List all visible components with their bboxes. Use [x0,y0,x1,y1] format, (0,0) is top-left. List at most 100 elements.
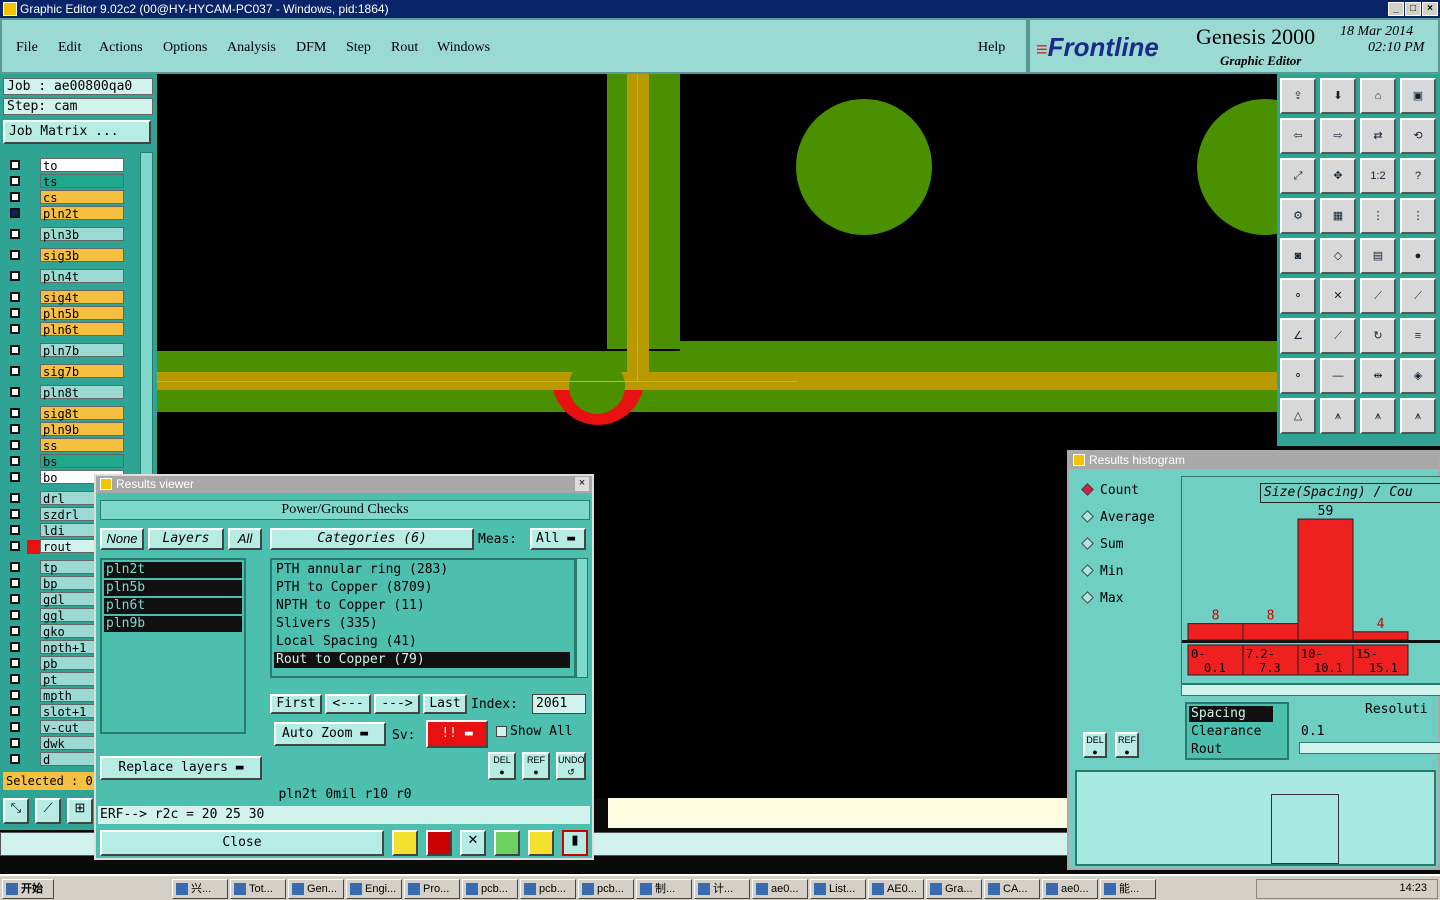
layer-checkbox[interactable] [10,658,20,668]
category-item[interactable]: Slivers (335) [274,616,570,632]
zoom-icon[interactable]: ✥ [1320,158,1356,194]
check-type-list[interactable]: Spacing Clearance Rout [1185,702,1289,760]
layer-checkbox[interactable] [10,192,20,202]
layer-checkbox[interactable] [10,706,20,716]
hist-del-button[interactable]: DEL ● [1083,732,1107,758]
layer-result-item[interactable]: pln9b [104,616,242,632]
help-icon[interactable]: ? [1400,158,1436,194]
layer-checkbox[interactable] [10,176,20,186]
category-list[interactable]: PTH annular ring (283) PTH to Copper (870… [270,558,576,678]
layer-result-item[interactable]: pln2t [104,562,242,578]
category-item[interactable]: Local Spacing (41) [274,634,570,650]
taskbar-item[interactable]: pcb... [462,879,518,899]
undo-button[interactable]: UNDO ↺ [556,752,586,780]
quick-launch-icons[interactable] [60,880,168,898]
minimize-button[interactable]: _ [1388,2,1404,16]
line-icon[interactable]: ⟋ [1360,278,1396,314]
menu-windows[interactable]: Windows [437,40,490,56]
scale-icon[interactable]: 1:2 [1360,158,1396,194]
triangle-b-icon[interactable]: ⩚ [1360,398,1396,434]
layer-checkbox[interactable] [10,456,20,466]
layer-checkbox[interactable] [10,324,20,334]
layer-result-item[interactable]: pln5b [104,580,242,596]
layer-checkbox[interactable] [10,493,20,503]
shape-icon[interactable]: ◇ [1320,238,1356,274]
sv-select[interactable]: !! ▬ [426,720,488,748]
settings-icon[interactable]: ⚙ [1280,198,1316,234]
all-button[interactable]: All [228,528,262,550]
layer-row[interactable]: pln3b [6,227,124,242]
taskbar-item[interactable]: pcb... [520,879,576,899]
layer-checkbox[interactable] [10,440,20,450]
histogram-bar[interactable] [1187,623,1244,641]
layer-row[interactable]: sig7b [6,364,124,379]
menu-step[interactable]: Step [346,40,371,56]
histogram-bar[interactable] [1242,623,1299,641]
layer-checkbox[interactable] [10,292,20,302]
taskbar-item[interactable]: 兴... [172,879,228,899]
pattern-icon[interactable]: ◈ [1400,358,1436,394]
alarm-icon[interactable] [392,830,418,856]
triangle-c-icon[interactable]: ⩚ [1400,398,1436,434]
menu-analysis[interactable]: Analysis [227,40,276,56]
mode-option[interactable]: Count [1081,482,1139,502]
layer-row[interactable]: to [6,158,124,173]
measure-icon[interactable]: ⇹ [1360,358,1396,394]
meas-select[interactable]: All ▬ [530,528,586,550]
mode-option[interactable]: Sum [1081,536,1123,556]
layer-checkbox[interactable] [10,562,20,572]
category-scrollbar[interactable] [576,558,588,678]
layer-checkbox[interactable] [10,229,20,239]
layer-row[interactable]: bs [6,454,124,469]
taskbar-item[interactable]: Gra... [926,879,982,899]
mode-option[interactable]: Max [1081,590,1123,610]
category-item[interactable]: Rout to Copper (79) [274,652,570,668]
category-item[interactable]: NPTH to Copper (11) [274,598,570,614]
layer-row[interactable]: pln5b [6,306,124,321]
close-button[interactable]: × [1422,2,1438,16]
check-type-item[interactable]: Clearance [1189,724,1273,740]
layer-row[interactable]: sig4t [6,290,124,305]
category-item[interactable]: PTH annular ring (283) [274,562,570,578]
layer-checkbox[interactable] [10,738,20,748]
layer-checkbox[interactable] [10,642,20,652]
last-button[interactable]: Last [423,694,467,714]
home-icon[interactable]: ⌂ [1360,78,1396,114]
fit-icon[interactable]: ⤢ [1280,158,1316,194]
taskbar-item[interactable]: 计... [694,879,750,899]
angle-icon[interactable]: ∠ [1280,318,1316,354]
layer-row[interactable]: ss [6,438,124,453]
save-icon[interactable]: ⬇ [1320,78,1356,114]
layer-checkbox[interactable] [10,754,20,764]
layer-row[interactable]: sig8t [6,406,124,421]
arc-icon[interactable]: ↻ [1360,318,1396,354]
layers-button[interactable]: Layers [148,528,224,550]
layer-row[interactable]: pln2t [6,206,124,221]
layer-checkbox[interactable] [10,610,20,620]
text-icon[interactable]: ≡ [1400,318,1436,354]
layer-checkbox[interactable] [10,387,20,397]
job-matrix-button[interactable]: Job Matrix ... [3,120,151,144]
triangle-icon[interactable]: △ [1280,398,1316,434]
next-button[interactable]: ---> [374,694,420,714]
layer-row[interactable]: pln8t [6,385,124,400]
erase-icon[interactable]: ✕ [460,830,486,856]
import-icon[interactable]: ⇦ [1280,118,1316,154]
menu-actions[interactable]: Actions [99,40,143,56]
taskbar-item[interactable]: Pro... [404,879,460,899]
check-type-item[interactable]: Spacing [1189,706,1273,722]
histogram-icon[interactable]: ▮ [562,830,588,856]
taskbar-item[interactable]: Tot... [230,879,286,899]
snap-icon[interactable]: ⋮ [1360,198,1396,234]
layer-row[interactable]: ts [6,174,124,189]
pad-icon[interactable]: ◙ [1280,238,1316,274]
rotate-icon[interactable]: ⟲ [1400,118,1436,154]
layer-result-item[interactable]: pln6t [104,598,242,614]
categories-button[interactable]: Categories (6) [270,528,474,550]
layer-checkbox[interactable] [10,424,20,434]
auto-zoom-select[interactable]: Auto Zoom ▬ [274,722,386,746]
layer-row[interactable]: pln7b [6,343,124,358]
start-button[interactable]: 开始 [2,879,54,899]
layer-checkbox[interactable] [10,525,20,535]
taskbar-item[interactable]: 制... [636,879,692,899]
